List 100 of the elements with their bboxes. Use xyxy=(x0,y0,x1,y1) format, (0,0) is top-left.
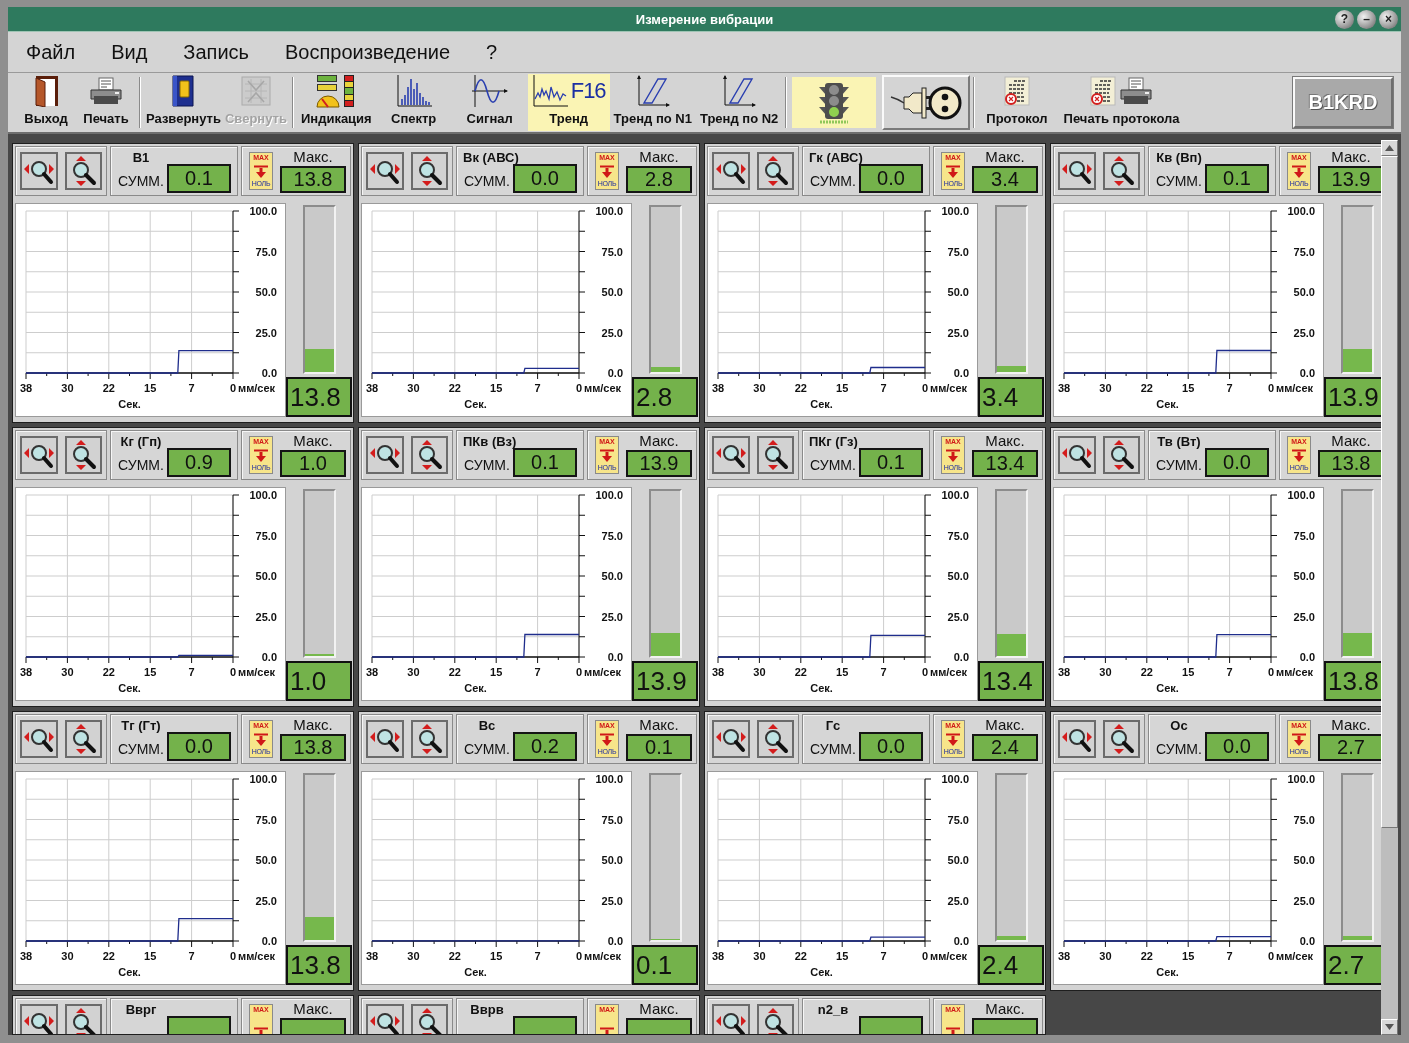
horizontal-zoom-button[interactable] xyxy=(1058,720,1096,758)
menu-item[interactable]: ? xyxy=(468,40,516,64)
menu-item[interactable]: Вид xyxy=(93,40,166,64)
vertical-zoom-button[interactable] xyxy=(1102,720,1140,758)
x-tick-label: 38 xyxy=(19,382,33,394)
x-tick-label: 7 xyxy=(1226,382,1233,394)
x-tick-label: 30 xyxy=(753,666,766,678)
scrollbar[interactable] xyxy=(1381,140,1398,1035)
vertical-zoom-button[interactable] xyxy=(410,720,448,758)
horizontal-zoom-button[interactable] xyxy=(20,1004,58,1034)
axis-title: Сек. xyxy=(1156,966,1179,978)
unit-label: мм/сек xyxy=(238,382,276,394)
vertical-zoom-button[interactable] xyxy=(1102,436,1140,474)
vertical-zoom-button[interactable] xyxy=(64,1004,102,1034)
horizontal-zoom-button[interactable] xyxy=(712,436,750,474)
unit-label: мм/сек xyxy=(238,950,276,962)
help-button[interactable]: ? xyxy=(1335,9,1354,29)
x-tick-label: 0 xyxy=(229,666,237,678)
y-tick-label: 0.0 xyxy=(607,651,623,663)
scroll-up-button[interactable] xyxy=(1381,140,1398,156)
trend-n1-button[interactable]: Тренд по N1 xyxy=(609,74,696,131)
sum-label: СУММ. xyxy=(810,457,856,473)
down-arrow-icon xyxy=(253,164,269,178)
down-arrow-icon xyxy=(599,732,615,746)
traffic-light-button[interactable] xyxy=(790,75,879,130)
y-tick-label: 75.0 xyxy=(255,245,277,258)
vertical-zoom-button[interactable] xyxy=(410,152,448,190)
vertical-zoom-button[interactable] xyxy=(756,1004,794,1034)
horizontal-zoom-button[interactable] xyxy=(366,720,404,758)
sum-display: 0.0 xyxy=(1205,448,1269,477)
report-button[interactable]: Протокол xyxy=(978,74,1056,131)
value-display: 13.9 xyxy=(1324,377,1381,417)
x-tick-label: 22 xyxy=(1140,666,1153,678)
close-button[interactable]: × xyxy=(1379,9,1398,29)
axis-title: Сек. xyxy=(1156,682,1179,694)
vertical-zoom-button[interactable] xyxy=(64,436,102,474)
horizontal-zoom-button[interactable] xyxy=(366,436,404,474)
horizontal-zoom-button[interactable] xyxy=(366,1004,404,1034)
y-tick-label: 100.0 xyxy=(249,205,277,217)
x-tick-label: 7 xyxy=(880,950,887,962)
x-tick-label: 22 xyxy=(448,950,461,962)
horizontal-zoom-button[interactable] xyxy=(712,720,750,758)
horizontal-zoom-button[interactable] xyxy=(712,152,750,190)
value-display: 1.0 xyxy=(286,661,352,701)
print-button[interactable]: Печать xyxy=(76,74,136,131)
max-display: 3.4 xyxy=(972,166,1038,193)
vertical-zoom-button[interactable] xyxy=(756,720,794,758)
vertical-zoom-button[interactable] xyxy=(410,436,448,474)
horizontal-zoom-button[interactable] xyxy=(20,720,58,758)
trend-button[interactable]: F16 Тренд xyxy=(527,74,610,131)
y-tick-label: 100.0 xyxy=(1287,489,1315,501)
x-tick-label: 22 xyxy=(1140,950,1153,962)
horizontal-zoom-button[interactable] xyxy=(712,1004,750,1034)
x-tick-label: 15 xyxy=(144,950,157,962)
vertical-zoom-button[interactable] xyxy=(64,152,102,190)
menu-item[interactable]: Воспроизведение xyxy=(267,40,469,64)
horizontal-zoom-button[interactable] xyxy=(20,152,58,190)
y-tick-label: 50.0 xyxy=(255,570,277,582)
channel-name: Вврв xyxy=(470,1002,504,1017)
y-tick-label: 25.0 xyxy=(601,894,623,907)
max-label: Макс. xyxy=(985,148,1025,165)
x-tick-label: 15 xyxy=(490,382,503,394)
vertical-zoom-button[interactable] xyxy=(756,436,794,474)
printer-icon xyxy=(1119,77,1154,105)
channel-name: Вс xyxy=(478,718,496,733)
x-tick-label: 30 xyxy=(1099,382,1112,394)
expand-button[interactable]: Развернуть xyxy=(144,74,223,131)
horizontal-zoom-button[interactable] xyxy=(20,436,58,474)
signal-button[interactable]: Сигнал xyxy=(451,74,528,131)
axis-title: Сек. xyxy=(118,966,141,978)
exit-button[interactable]: Выход xyxy=(16,74,76,131)
vertical-zoom-button[interactable] xyxy=(756,152,794,190)
vertical-zoom-button[interactable] xyxy=(1102,152,1140,190)
print-report-button[interactable]: Печать протокола xyxy=(1055,74,1188,131)
y-tick-label: 100.0 xyxy=(595,773,623,785)
max-display: 13.8 xyxy=(280,166,346,193)
indication-button[interactable]: Индикация xyxy=(296,74,376,131)
value-display: 13.8 xyxy=(286,945,352,985)
down-arrow-icon xyxy=(1385,1024,1394,1030)
spectrum-button[interactable]: Спектр xyxy=(375,74,452,131)
menu-item[interactable]: Файл xyxy=(8,40,94,64)
y-tick-label: 75.0 xyxy=(255,813,277,826)
y-tick-label: 75.0 xyxy=(601,813,623,826)
minimize-button[interactable]: – xyxy=(1357,9,1376,29)
max-label: Макс. xyxy=(293,716,333,733)
scrollbar-thumb[interactable] xyxy=(1381,156,1398,828)
vertical-zoom-button[interactable] xyxy=(64,720,102,758)
down-arrow-icon xyxy=(945,732,961,746)
trend-n2-button[interactable]: Тренд по N2 xyxy=(695,74,783,131)
horizontal-zoom-button[interactable] xyxy=(366,152,404,190)
scroll-down-button[interactable] xyxy=(1381,1019,1398,1035)
sum-label: СУММ. xyxy=(464,741,510,757)
horizontal-zoom-button[interactable] xyxy=(1058,152,1096,190)
horizontal-zoom-button[interactable] xyxy=(1058,436,1096,474)
value-display: 2.7 xyxy=(1324,945,1381,985)
vertical-zoom-button[interactable] xyxy=(410,1004,448,1034)
x-tick-label: 30 xyxy=(1099,950,1112,962)
menu-item[interactable]: Запись xyxy=(165,40,267,64)
window-title: Измерение вибрации xyxy=(635,11,774,27)
plug-button[interactable] xyxy=(882,75,971,130)
